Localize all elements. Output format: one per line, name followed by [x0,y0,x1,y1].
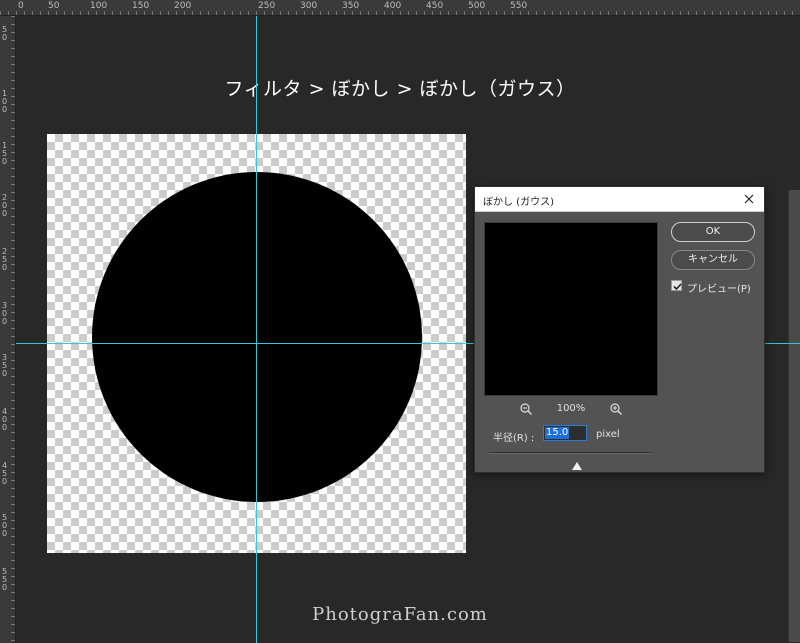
ruler-left-label: 50 [1,25,8,42]
close-icon[interactable] [740,190,758,208]
ruler-top-label: 550 [510,1,528,11]
watermark: PhotograFan.com [312,604,488,625]
ruler-left-label: 400 [1,407,8,432]
preview-checkbox[interactable] [671,280,682,291]
ruler-left-label: 300 [1,301,8,326]
ruler-left-label: 500 [1,513,8,538]
ruler-top-label: 0 [18,1,24,11]
zoom-out-icon[interactable] [518,401,534,417]
ruler-top-label: 500 [468,1,486,11]
ruler-left-label: 200 [1,193,8,218]
gaussian-blur-dialog: ぼかし (ガウス) 100% 半径(R) : 15.0 pixel OK キャン… [474,186,765,473]
zoom-in-icon[interactable] [608,401,624,417]
ruler-top-label: 400 [384,1,402,11]
filter-preview[interactable] [484,222,658,396]
radius-unit: pixel [596,429,620,440]
ruler-top-label: 450 [426,1,444,11]
checkmark-icon [673,283,682,291]
zoom-controls: 100% [484,401,658,417]
ruler-left-label: 350 [1,353,8,378]
cancel-button[interactable]: キャンセル [671,250,755,270]
ruler-top[interactable]: 0 50 100 150 200 250 300 350 400 450 500… [0,0,800,16]
dialog-title: ぼかし (ガウス) [483,197,554,208]
ruler-top-label: 50 [48,1,60,11]
ruler-top-label: 350 [342,1,360,11]
vertical-guide-line[interactable] [256,16,257,643]
ruler-left-label: 450 [1,461,8,486]
menu-path-caption: フィルタ > ぼかし > ぼかし（ガウス） [224,78,576,100]
ruler-top-label: 150 [132,1,150,11]
ruler-top-label: 200 [174,1,192,11]
blurred-circle-shape [92,172,422,502]
ruler-top-label: 250 [258,1,276,11]
preview-label: プレビュー(P) [687,284,751,295]
ruler-top-label: 300 [300,1,318,11]
vertical-scrollbar[interactable] [788,190,800,642]
radius-slider[interactable] [489,452,651,454]
radius-label: 半径(R) : [493,433,535,444]
ruler-left-label: 150 [1,141,8,166]
ruler-left-label: 250 [1,247,8,272]
radius-value: 15.0 [546,427,569,438]
ok-button[interactable]: OK [671,222,755,242]
ruler-left-label: 550 [1,567,8,592]
ruler-top-label: 100 [90,1,108,11]
zoom-level: 100% [556,403,586,414]
slider-thumb-icon[interactable] [572,455,583,470]
dialog-titlebar[interactable]: ぼかし (ガウス) [475,187,764,212]
ruler-left[interactable]: 50 100 150 200 250 300 350 400 450 500 5… [0,16,16,643]
